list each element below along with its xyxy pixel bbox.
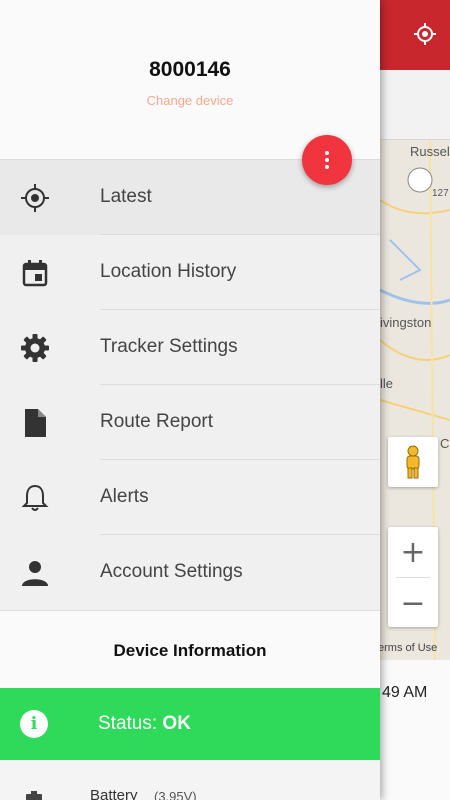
zoom-out-button[interactable]: − <box>388 578 438 628</box>
device-information-title: Device Information <box>113 641 267 660</box>
more-vert-icon-dot <box>325 151 329 155</box>
battery-label: Battery <box>90 787 138 800</box>
drawer-menu: Latest Location History Tracker Settings… <box>0 160 380 610</box>
menu-item-label: Route Report <box>100 411 214 432</box>
menu-item-label: Account Settings <box>100 561 243 582</box>
zoom-controls: + − <box>388 527 438 627</box>
status-prefix: Status: <box>98 713 163 734</box>
street-view-pegman-button[interactable] <box>388 437 438 487</box>
terms-of-use-link[interactable]: erms of Use <box>378 642 437 654</box>
map-label: ivingston <box>380 315 432 330</box>
change-device-link[interactable]: Change device <box>0 93 380 108</box>
menu-item-alerts[interactable]: Alerts <box>0 460 380 535</box>
more-vert-icon-dot <box>325 158 329 162</box>
route-shield: 127 <box>432 188 449 199</box>
gear-icon <box>20 334 50 362</box>
menu-item-label: Location History <box>100 261 237 282</box>
info-icon: i <box>20 710 48 738</box>
timestamp: 49 AM <box>382 684 428 701</box>
menu-item-label: Alerts <box>100 486 149 507</box>
zoom-in-button[interactable]: + <box>388 527 438 577</box>
bell-icon <box>20 484 50 512</box>
device-information-header: Device Information <box>0 610 380 688</box>
status-value: OK <box>162 713 191 734</box>
battery-icon <box>26 791 42 800</box>
document-icon <box>20 409 50 437</box>
more-vert-icon-dot <box>325 165 329 169</box>
map-label: lle <box>380 376 394 391</box>
status-text: Status: OK <box>98 713 191 735</box>
navigation-drawer: 8000146 Change device Latest Location Hi… <box>0 0 380 800</box>
map-label: Russel <box>410 144 450 159</box>
menu-item-route-report[interactable]: Route Report <box>0 385 380 460</box>
menu-item-account-settings[interactable]: Account Settings <box>0 535 380 610</box>
my-location-icon[interactable] <box>414 23 436 45</box>
pegman-icon <box>406 445 420 479</box>
battery-row: Battery (3.95V) <box>0 760 380 800</box>
menu-item-tracker-settings[interactable]: Tracker Settings <box>0 310 380 385</box>
calendar-icon <box>20 259 50 287</box>
battery-voltage: (3.95V) <box>154 789 197 800</box>
menu-item-location-history[interactable]: Location History <box>0 235 380 310</box>
person-icon <box>20 559 50 587</box>
map-label: C <box>440 436 450 451</box>
status-bar: i Status: OK <box>0 688 380 760</box>
menu-item-label: Tracker Settings <box>100 336 238 357</box>
more-options-button[interactable] <box>302 135 352 185</box>
device-id: 8000146 <box>149 58 231 81</box>
menu-item-label: Latest <box>100 186 152 207</box>
crosshair-target-icon <box>20 184 50 212</box>
